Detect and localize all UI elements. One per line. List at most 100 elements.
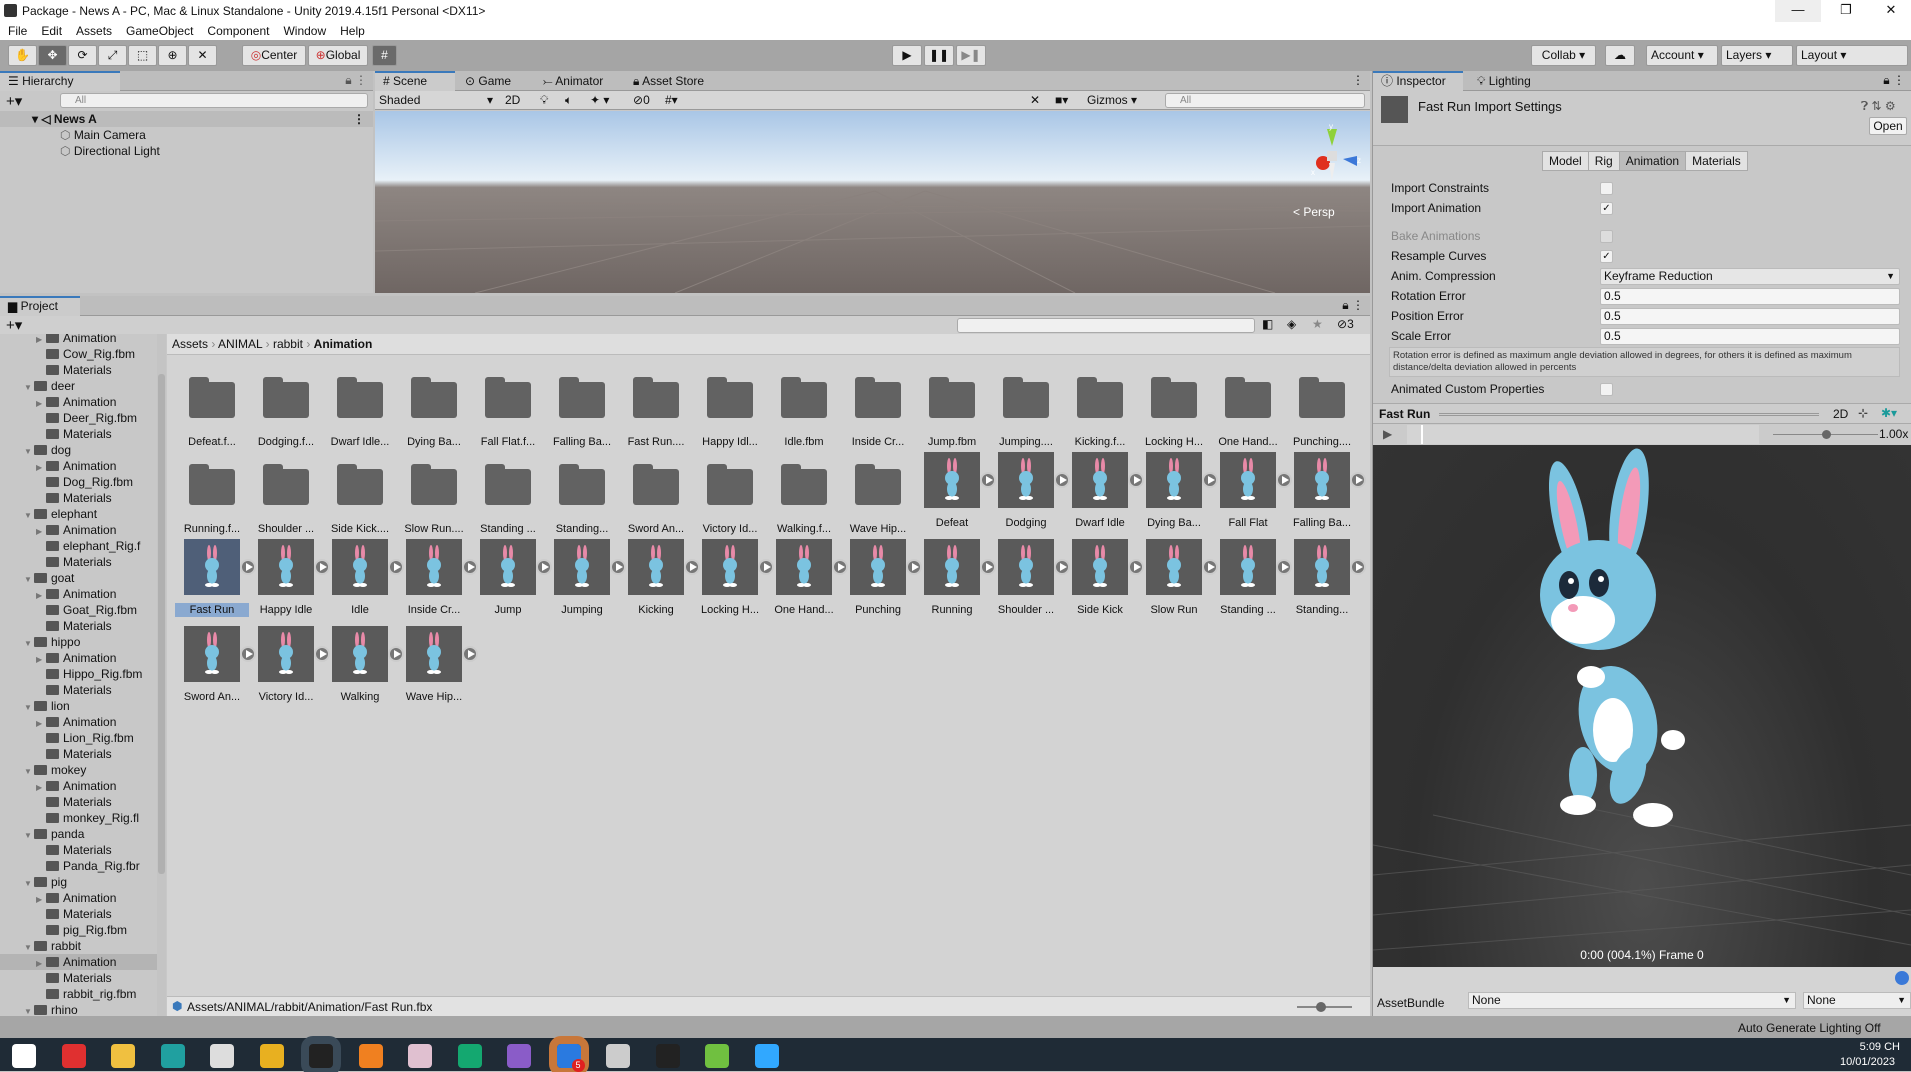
animation-clip-asset[interactable]: Inside Cr... — [397, 539, 478, 617]
search-by-type-icon[interactable]: ◧ — [1262, 317, 1273, 331]
folder-asset[interactable]: Running.f... — [175, 464, 249, 536]
scene-root[interactable]: ▾ ◁ News A ⋮ — [0, 111, 373, 127]
scale-tool-icon[interactable]: ⤢ — [98, 45, 127, 66]
tree-item[interactable]: Materials — [0, 426, 158, 442]
tree-item[interactable]: Materials — [0, 490, 158, 506]
preview-drag-bar[interactable] — [1439, 413, 1819, 416]
create-add-button[interactable]: +▾ — [6, 316, 22, 334]
audio-toggle-icon[interactable]: 🔈︎ — [565, 93, 572, 108]
orientation-gizmo[interactable]: y z x — [1305, 121, 1365, 201]
folder-asset[interactable]: Side Kick.... — [323, 464, 397, 536]
animation-clip-asset[interactable]: Happy Idle — [249, 539, 330, 617]
subtab-materials[interactable]: Materials — [1686, 152, 1747, 170]
account-dropdown[interactable]: Account ▾ — [1646, 45, 1718, 66]
folder-asset[interactable]: Jumping.... — [989, 377, 1063, 449]
windows-start-icon[interactable] — [12, 1044, 36, 1068]
resample-curves-checkbox[interactable]: ✓ — [1600, 250, 1613, 263]
animation-clip-asset[interactable]: Kicking — [619, 539, 700, 617]
animation-clip-asset[interactable]: Running — [915, 539, 996, 617]
cloud-icon[interactable]: ☁ — [1605, 45, 1635, 66]
animation-clip-asset[interactable]: Slow Run — [1137, 539, 1218, 617]
preview-2d-toggle[interactable]: 2D — [1833, 407, 1848, 421]
tab-asset-store[interactable]: 🔒︎ Asset Store — [625, 71, 712, 91]
rotate-tool-icon[interactable]: ⟳ — [68, 45, 97, 66]
folder-asset[interactable]: Punching.... — [1285, 377, 1359, 449]
play-preview-icon[interactable] — [462, 646, 478, 662]
global-toggle[interactable]: ⊕Global — [308, 45, 368, 66]
animation-clip-asset[interactable]: Walking — [323, 626, 404, 704]
hidden-objects-toggle[interactable]: ⊘0 — [633, 93, 650, 107]
project-search-input[interactable] — [957, 318, 1255, 333]
blender-icon[interactable] — [358, 1044, 383, 1068]
tab-hierarchy[interactable]: ☰ Hierarchy — [0, 71, 120, 91]
preview-timeline[interactable] — [1407, 425, 1759, 444]
tree-item[interactable]: ▼ elephant — [0, 506, 158, 522]
hand-tool-icon[interactable]: ✋ — [8, 45, 37, 66]
animation-clip-asset[interactable]: Dwarf Idle — [1063, 452, 1144, 530]
tree-item[interactable]: ▶ Animation — [0, 586, 158, 602]
tree-item[interactable]: ▼ rhino — [0, 1002, 158, 1016]
scene-menu-icon[interactable]: ⋮ — [353, 111, 365, 127]
menu-assets[interactable]: Assets — [76, 24, 112, 38]
animation-clip-asset[interactable]: Sword An... — [175, 626, 256, 704]
github-desktop-icon[interactable] — [507, 1044, 531, 1068]
maya-icon[interactable] — [160, 1044, 185, 1068]
tree-item[interactable]: Materials — [0, 682, 158, 698]
speed-slider-knob[interactable] — [1821, 430, 1831, 439]
restore-button[interactable]: ❐ — [1823, 0, 1869, 22]
folder-asset[interactable]: Dying Ba... — [397, 377, 471, 449]
animation-clip-asset[interactable]: Punching — [841, 539, 922, 617]
persp-label[interactable]: < Persp — [1293, 205, 1335, 219]
folder-asset[interactable]: Fall Flat.f... — [471, 377, 545, 449]
animation-clip-asset[interactable]: Jump — [471, 539, 552, 617]
animation-clip-asset[interactable]: Defeat — [915, 452, 996, 530]
taskbar-date[interactable]: 10/01/2023 — [1840, 1056, 1911, 1068]
folder-asset[interactable]: Happy Idl... — [693, 377, 767, 449]
subtab-animation[interactable]: Animation — [1619, 152, 1687, 170]
tab-animator[interactable]: ⤚ Animator — [535, 71, 611, 91]
label-tag-icon[interactable] — [1895, 971, 1909, 985]
timeline-playhead[interactable] — [1421, 425, 1424, 444]
tree-item[interactable]: Hippo_Rig.fbm — [0, 666, 158, 682]
tree-item[interactable]: Lion_Rig.fbm — [0, 730, 158, 746]
tree-item[interactable]: ▼ lion — [0, 698, 158, 714]
menu-gameobject[interactable]: GameObject — [126, 24, 193, 38]
tree-item[interactable]: ▶ Animation — [0, 334, 158, 346]
menu-window[interactable]: Window — [283, 24, 326, 38]
grid-toggle-icon[interactable]: #▾ — [665, 93, 678, 107]
folder-asset[interactable]: Idle.fbm — [767, 377, 841, 449]
preview-speed-slider[interactable] — [1773, 430, 1878, 439]
tree-item[interactable]: ▼ rabbit — [0, 938, 158, 954]
scene-viewport[interactable]: y z x < Persp — [375, 111, 1370, 293]
minimize-button[interactable]: — — [1775, 0, 1821, 22]
tree-item[interactable]: ▶ Animation — [0, 394, 158, 410]
open-button[interactable]: Open — [1869, 117, 1907, 135]
import-constraints-checkbox[interactable] — [1600, 182, 1613, 195]
gizmos-dropdown[interactable]: Gizmos ▾ — [1087, 93, 1137, 107]
tree-item[interactable]: Deer_Rig.fbm — [0, 410, 158, 426]
tab-inspector[interactable]: ⓘ Inspector — [1373, 71, 1463, 91]
animation-clip-asset[interactable]: Standing ... — [1211, 539, 1292, 617]
tree-item[interactable]: Goat_Rig.fbm — [0, 602, 158, 618]
folder-asset[interactable]: Standing ... — [471, 464, 545, 536]
folder-asset[interactable]: Inside Cr... — [841, 377, 915, 449]
animation-clip-asset[interactable]: Standing... — [1285, 539, 1366, 617]
tab-game[interactable]: ⊙ Game — [457, 71, 519, 91]
play-preview-icon[interactable] — [1350, 472, 1366, 488]
gizmo-z-axis[interactable] — [1343, 156, 1357, 166]
taskbar-time[interactable]: 5:09 CH — [1840, 1041, 1900, 1053]
assetbundle-variant-dropdown[interactable]: None ▼ — [1803, 992, 1911, 1009]
app-red-icon[interactable] — [61, 1044, 86, 1068]
tree-item[interactable]: Materials — [0, 362, 158, 378]
step-button[interactable]: ▶❚ — [956, 45, 986, 66]
tab-lighting[interactable]: 💡︎ Lighting — [1469, 71, 1539, 91]
unity-hub-icon[interactable] — [606, 1044, 630, 1068]
close-button[interactable]: ✕ — [1868, 0, 1911, 22]
breadcrumb-item[interactable]: ANIMAL — [218, 337, 262, 351]
tree-item[interactable]: Materials — [0, 554, 158, 570]
help-settings-icons[interactable]: ❓︎ ⇅ ⚙︎ — [1861, 99, 1896, 114]
menu-edit[interactable]: Edit — [41, 24, 62, 38]
gizmo-y-axis[interactable] — [1327, 129, 1337, 146]
tree-item[interactable]: pig_Rig.fbm — [0, 922, 158, 938]
search-by-label-icon[interactable]: ◈ — [1287, 317, 1296, 331]
